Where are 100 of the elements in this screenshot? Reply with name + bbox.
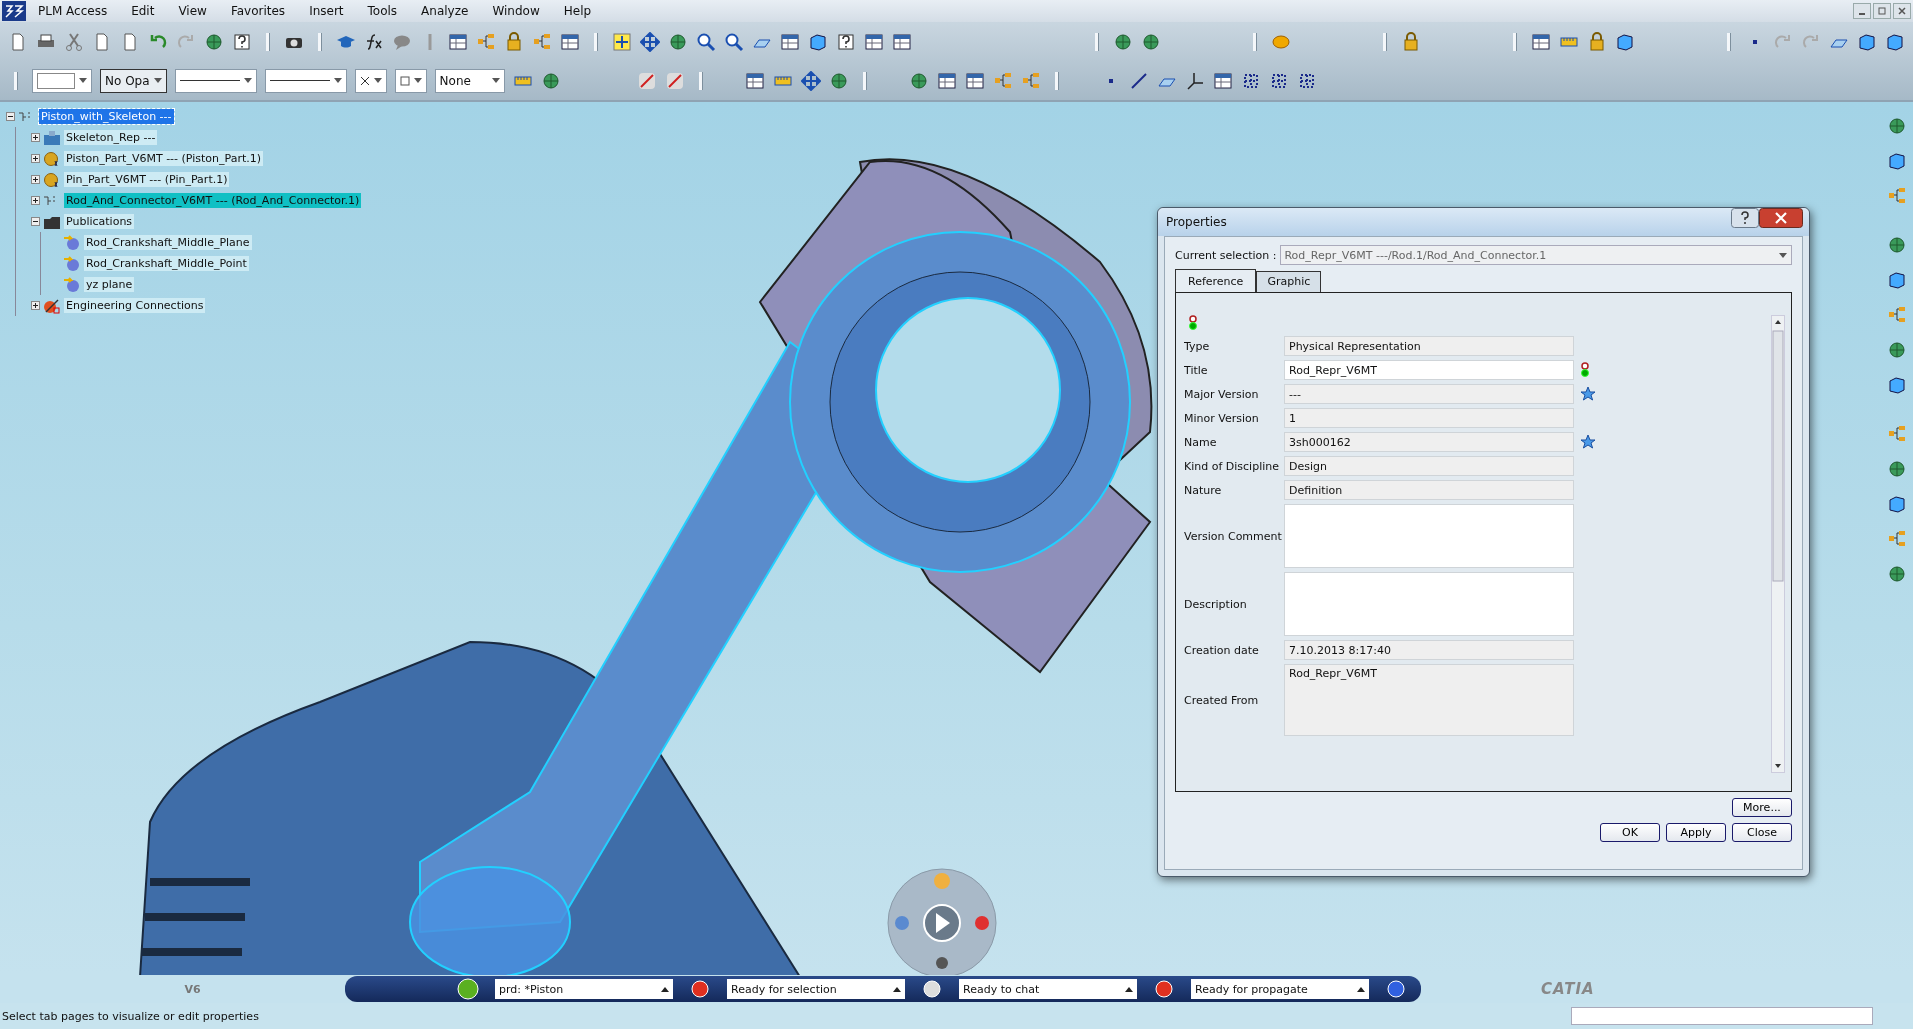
caret-icon (243, 78, 252, 83)
compass-field[interactable]: prd: *Piston (495, 979, 673, 999)
current-selection-label: Current selection : (1175, 248, 1277, 262)
tree-item[interactable]: Rod_Crankshaft_Middle_Plane (84, 235, 252, 250)
text-field[interactable]: Rod_Repr_V6MT (1284, 360, 1574, 380)
caret-icon (333, 78, 342, 83)
scrollbar[interactable] (1771, 315, 1785, 773)
compass-drawing[interactable] (886, 867, 998, 975)
collapse-icon[interactable] (31, 217, 40, 226)
command-input-field[interactable] (1571, 1007, 1873, 1025)
tree-item[interactable]: Publications (64, 214, 135, 229)
star-icon[interactable] (1580, 386, 1596, 402)
expand-icon[interactable] (31, 154, 40, 163)
tab[interactable]: Reference (1175, 269, 1257, 292)
color-dropdown[interactable] (32, 68, 92, 93)
caret-icon (413, 78, 422, 83)
pan-icon[interactable] (640, 31, 660, 52)
thickness-dropdown[interactable] (264, 68, 347, 93)
tree-item[interactable]: Rod_And_Connector_V6MT --- (Rod_And_Connector.1) (64, 193, 362, 208)
tree-item[interactable]: Skeleton_Rep --- (64, 130, 158, 145)
dialog-button[interactable]: OK (1600, 823, 1660, 842)
caret-icon (1125, 986, 1133, 992)
current-selection-dropdown[interactable]: Rod_Repr_V6MT ---/Rod.1/Rod_And_Connector.1 (1280, 245, 1792, 265)
dialog-button[interactable]: Close (1732, 823, 1792, 842)
formula-icon[interactable] (364, 31, 384, 52)
tree-item[interactable]: Engineering Connections (64, 298, 206, 313)
field-label: Name (1184, 435, 1218, 449)
part-icon (43, 150, 61, 167)
point-style-dropdown[interactable] (354, 68, 387, 93)
logo-icon (2, 1, 26, 21)
menu-item[interactable]: Help (555, 4, 608, 18)
question-icon[interactable] (836, 31, 856, 52)
tree-item[interactable]: Piston_with_Skeleton --- (39, 109, 174, 124)
dialog-title: Properties (1166, 215, 1227, 229)
tree-item[interactable]: Piston_Part_V6MT --- (Piston_Part.1) (64, 151, 264, 166)
menu-item[interactable]: Edit (123, 4, 171, 18)
close-button[interactable] (1759, 208, 1803, 228)
caret-icon (79, 78, 87, 83)
table-icon[interactable] (448, 31, 468, 52)
globe-icon[interactable] (455, 978, 481, 1000)
menu-item[interactable]: Favorites (222, 4, 302, 18)
publication-icon (63, 255, 81, 272)
render-style-dropdown[interactable] (394, 68, 427, 93)
minimize-button[interactable] (1853, 3, 1871, 19)
part-icon (43, 171, 61, 188)
layer-dropdown[interactable]: None (434, 68, 505, 93)
menu-item[interactable]: Analyze (413, 4, 485, 18)
scissors-icon[interactable] (64, 31, 84, 52)
collapse-icon[interactable] (6, 112, 15, 121)
menu-item[interactable]: Insert (301, 4, 360, 18)
compass-field[interactable]: Ready for selection (727, 979, 905, 999)
field-label: Kind of Discipline (1184, 459, 1280, 473)
star-icon[interactable] (1580, 434, 1596, 450)
dialog-button[interactable]: Apply (1666, 823, 1726, 842)
field-label: Description (1184, 597, 1248, 611)
caret-icon (1357, 986, 1365, 992)
more-button[interactable]: More... (1732, 798, 1792, 817)
tab[interactable]: Graphic (1256, 271, 1322, 292)
expand-icon[interactable] (31, 196, 40, 205)
caret-icon (491, 78, 500, 83)
field-label: Nature (1184, 483, 1223, 497)
brand-label: V6 (183, 982, 202, 996)
menu-item[interactable]: Tools (359, 4, 414, 18)
zoom-in-icon[interactable] (696, 31, 716, 52)
expand-icon[interactable] (31, 175, 40, 184)
square-icon (399, 75, 410, 86)
menu-item[interactable]: View (170, 4, 223, 18)
caret-icon (661, 986, 669, 992)
text-area: Rod_Repr_V6MT (1284, 664, 1574, 736)
status-light-icon (1188, 315, 1198, 331)
expand-icon[interactable] (31, 133, 40, 142)
help-button[interactable] (1731, 208, 1759, 228)
compass-field[interactable]: Ready for propagate (1191, 979, 1369, 999)
menu-item[interactable]: Window (484, 4, 556, 18)
no-show-icon[interactable] (664, 70, 685, 91)
opacity-dropdown[interactable]: No Opa (100, 68, 167, 93)
help-icon[interactable] (232, 31, 252, 52)
field-label: Type (1184, 339, 1211, 353)
lock-icon[interactable] (504, 31, 524, 52)
no-show-icon[interactable] (636, 70, 657, 91)
tree-item[interactable]: yz plane (84, 277, 135, 292)
cross-icon (359, 75, 370, 86)
close-button[interactable] (1893, 3, 1911, 19)
publication-icon (63, 234, 81, 251)
publication-icon (63, 276, 81, 293)
tree-item[interactable]: Rod_Crankshaft_Middle_Point (84, 256, 249, 271)
field-label: Created From (1184, 693, 1260, 707)
linetype-dropdown[interactable] (174, 68, 257, 93)
cube-icon[interactable] (808, 31, 828, 52)
tree-icon[interactable] (476, 31, 496, 52)
compass-field[interactable]: Ready to chat (959, 979, 1137, 999)
caret-icon (1779, 252, 1787, 258)
fit-all-icon[interactable] (612, 31, 632, 52)
tree-icon[interactable] (1887, 186, 1907, 206)
zoom-out-icon[interactable] (724, 31, 744, 52)
expand-icon[interactable] (31, 301, 40, 310)
menu-item[interactable]: PLM Access (30, 4, 124, 18)
caret-icon (153, 78, 162, 83)
field-label: Title (1184, 363, 1209, 377)
tree-item[interactable]: Pin_Part_V6MT --- (Pin_Part.1) (64, 172, 230, 187)
